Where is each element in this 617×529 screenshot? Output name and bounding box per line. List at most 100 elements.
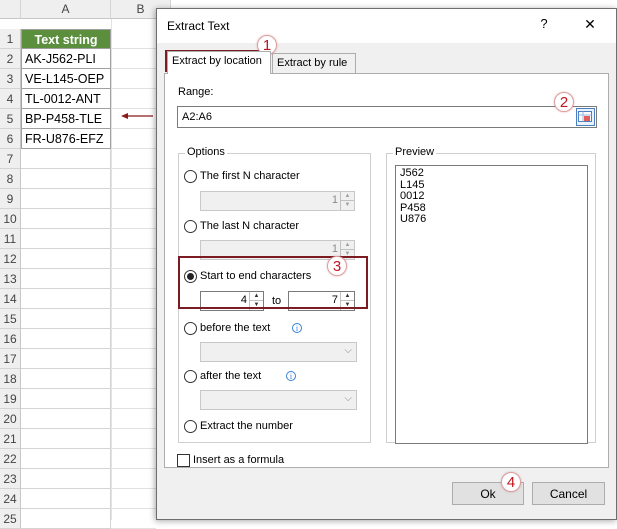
insert-formula-checkbox[interactable] (177, 454, 190, 467)
row-header[interactable]: 15 (0, 309, 21, 329)
row-header[interactable]: 1 (0, 29, 21, 49)
close-button[interactable]: ✕ (576, 16, 604, 33)
first-n-radio[interactable] (184, 170, 197, 183)
empty-cell[interactable] (21, 169, 111, 189)
row-header[interactable]: 5 (0, 109, 21, 129)
header-cell[interactable]: Text string (21, 29, 111, 49)
tab-extract-by-location[interactable]: Extract by location (167, 51, 271, 74)
info-icon[interactable]: i (292, 323, 302, 333)
range-label: Range: (178, 86, 214, 98)
row-header[interactable]: 10 (0, 209, 21, 229)
row-header[interactable]: 16 (0, 329, 21, 349)
row-header[interactable]: 4 (0, 89, 21, 109)
chevron-down-icon: ⌵ (344, 393, 352, 404)
cancel-button[interactable]: Cancel (532, 482, 605, 505)
preview-line: 0012 (400, 190, 425, 202)
empty-cell[interactable] (21, 429, 111, 449)
stepper-up-icon[interactable]: ▲ (340, 241, 354, 250)
row-header[interactable]: 25 (0, 509, 21, 529)
empty-cell[interactable] (21, 369, 111, 389)
empty-cell[interactable] (21, 329, 111, 349)
gridline (111, 308, 156, 309)
after-text-combo[interactable]: ⌵ (200, 390, 357, 410)
empty-cell[interactable] (21, 469, 111, 489)
last-n-label: The last N character (200, 220, 300, 232)
help-button[interactable]: ? (530, 16, 558, 31)
row-header[interactable]: 13 (0, 269, 21, 289)
gridline (111, 208, 156, 209)
before-text-radio[interactable] (184, 322, 197, 335)
gridline (111, 88, 156, 89)
gridline (111, 448, 156, 449)
row-header[interactable]: 22 (0, 449, 21, 469)
last-n-radio[interactable] (184, 220, 197, 233)
row-header[interactable]: 18 (0, 369, 21, 389)
tab-extract-by-rule[interactable]: Extract by rule (272, 53, 356, 74)
first-n-stepper[interactable]: 1 ▲ ▼ (200, 191, 355, 211)
data-cell[interactable]: VE-L145-OEP (21, 69, 111, 89)
empty-cell[interactable] (21, 449, 111, 469)
gridline (111, 288, 156, 289)
chevron-down-icon: ⌵ (344, 345, 352, 356)
extract-number-radio[interactable] (184, 420, 197, 433)
row-header[interactable]: 17 (0, 349, 21, 369)
row-header[interactable]: 19 (0, 389, 21, 409)
row-header[interactable]: 14 (0, 289, 21, 309)
preview-line: J562 (400, 167, 424, 179)
range-input[interactable]: A2:A6 (177, 106, 597, 128)
empty-cell[interactable] (21, 489, 111, 509)
first-n-value: 1 (331, 194, 338, 206)
empty-cell[interactable] (21, 209, 111, 229)
row-header[interactable]: 3 (0, 69, 21, 89)
gridline (111, 328, 156, 329)
range-select-icon (578, 111, 592, 122)
gridline (111, 168, 156, 169)
gridline (111, 228, 156, 229)
row-header[interactable]: 11 (0, 229, 21, 249)
row-header[interactable]: 8 (0, 169, 21, 189)
data-cell[interactable]: AK-J562-PLI (21, 49, 111, 69)
row-header[interactable]: 6 (0, 129, 21, 149)
empty-cell[interactable] (21, 249, 111, 269)
empty-cell[interactable] (21, 389, 111, 409)
gridline (111, 468, 156, 469)
empty-cell[interactable] (21, 309, 111, 329)
left-arrow-icon (121, 113, 153, 119)
data-cell[interactable]: BP-P458-TLE (21, 109, 111, 129)
row-header[interactable]: 2 (0, 49, 21, 69)
data-cell[interactable]: TL-0012-ANT (21, 89, 111, 109)
row-header[interactable]: 20 (0, 409, 21, 429)
gridline (111, 68, 156, 69)
stepper-down-icon[interactable]: ▼ (340, 201, 354, 210)
gridline (111, 408, 156, 409)
row-header[interactable]: 21 (0, 429, 21, 449)
empty-cell[interactable] (21, 409, 111, 429)
row-header[interactable]: 12 (0, 249, 21, 269)
empty-cell[interactable] (21, 189, 111, 209)
row-header[interactable]: 7 (0, 149, 21, 169)
before-text-combo[interactable]: ⌵ (200, 342, 357, 362)
gridline (111, 428, 156, 429)
range-picker-button[interactable] (576, 108, 595, 126)
callout-badge: 2 (554, 92, 574, 112)
row-header[interactable]: 24 (0, 489, 21, 509)
corner-select-all[interactable] (0, 0, 21, 19)
data-cell[interactable]: FR-U876-EFZ (21, 129, 111, 149)
empty-cell[interactable] (21, 269, 111, 289)
empty-cell[interactable] (21, 509, 111, 529)
gridline (111, 19, 112, 520)
row-header[interactable]: 9 (0, 189, 21, 209)
callout-badge: 4 (501, 472, 521, 492)
info-icon[interactable]: i (286, 371, 296, 381)
empty-cell[interactable] (21, 149, 111, 169)
empty-cell[interactable] (21, 349, 111, 369)
empty-cell[interactable] (21, 289, 111, 309)
stepper-up-icon[interactable]: ▲ (340, 192, 354, 201)
dialog-titlebar[interactable]: Extract Text ? ✕ (157, 9, 616, 43)
after-text-radio[interactable] (184, 370, 197, 383)
row-header[interactable]: 23 (0, 469, 21, 489)
empty-cell[interactable] (21, 229, 111, 249)
preview-list[interactable]: J562 L145 0012 P458 U876 (395, 165, 588, 444)
column-header-a[interactable]: A (21, 0, 111, 19)
gridline (111, 488, 156, 489)
